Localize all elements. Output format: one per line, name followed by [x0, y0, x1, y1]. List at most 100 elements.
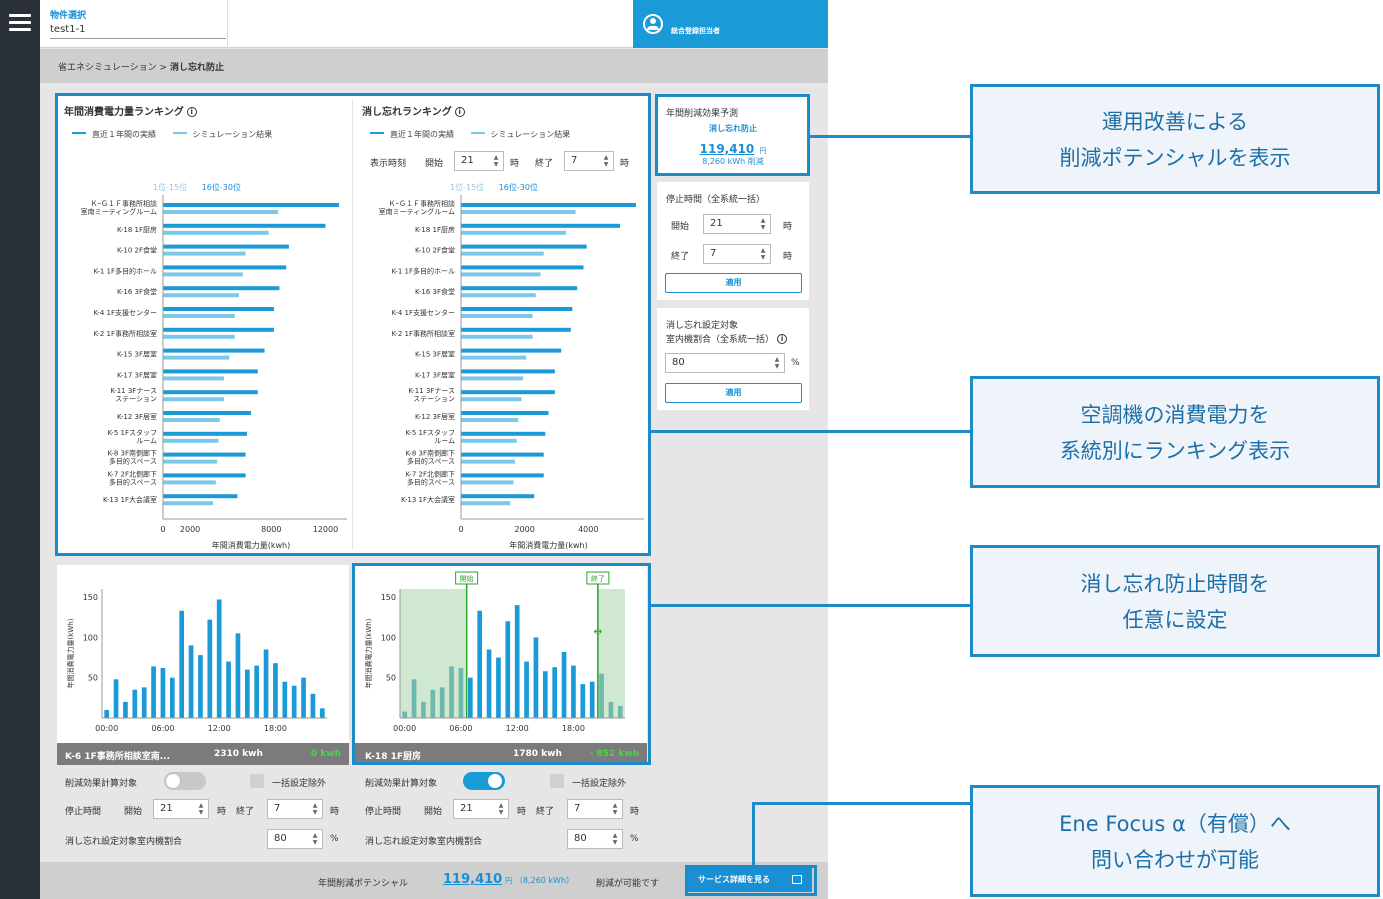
bar-actual — [461, 494, 535, 499]
forecast-kwh: 8,260 kWh 削減 — [702, 157, 764, 166]
hour-bar — [542, 671, 548, 718]
unit-name: K-18 1F厨房 — [365, 752, 421, 762]
bar-sim — [461, 272, 541, 277]
hour-unit: 時 — [330, 807, 340, 817]
potential-suffix: 削減が可能です — [596, 879, 660, 889]
ratio-apply-button[interactable]: 適用 — [665, 383, 802, 403]
hour-bar — [580, 684, 586, 718]
hour-bar — [188, 645, 194, 718]
legend-actual: 直近１年間の実績 — [390, 130, 454, 139]
bar-sim — [461, 293, 536, 298]
hour-bar — [608, 701, 614, 718]
stop-apply-button[interactable]: 適用 — [665, 273, 802, 293]
category-label: K-15 3F居室 — [415, 350, 455, 359]
page-tab-1-15[interactable]: 1位-15位 — [153, 183, 187, 192]
category-label: ＫｰＧ１Ｆ事務所相談室南ミーティングルーム — [81, 199, 157, 216]
callout-enefocus: Ene Focus α（有償）へ 問い合わせが可能 — [970, 785, 1380, 897]
unit-end-stepper-right[interactable]: 7 ▲ ▼ — [567, 799, 623, 819]
info-icon[interactable]: i — [454, 107, 465, 117]
user-menu[interactable]: 総合登録担当者 — [633, 0, 828, 48]
category-label: K-12 3F居室 — [117, 412, 157, 421]
hour-bar — [533, 637, 539, 718]
unit-end-stepper-left[interactable]: 7 ▲ ▼ — [267, 799, 323, 819]
unit-start-stepper-left[interactable]: 21 ▲ ▼ — [153, 799, 209, 819]
exclude-checkbox-right[interactable] — [550, 774, 564, 788]
hour-unit: 時 — [783, 222, 793, 232]
ratio-stepper[interactable]: 80 ▲ ▼ — [665, 353, 785, 373]
forecast-item: 消し忘れ防止 — [709, 124, 757, 133]
category-label: K-11 3Fナースステーション — [110, 387, 157, 403]
y-axis-label: 年間消費電力量(kWh) — [364, 618, 373, 688]
stop-end-stepper[interactable]: 7 ▲ ▼ — [703, 244, 771, 264]
exclude-checkbox-left[interactable] — [250, 774, 264, 788]
potential-amount: 119,410 円 （8,260 kWh） — [443, 872, 575, 887]
display-end-stepper[interactable]: 7 ▲ ▼ — [564, 151, 614, 171]
bar-sim — [163, 272, 243, 277]
ratio-label: 消し忘れ設定対象室内機割合 — [65, 837, 183, 847]
calc-target-toggle-right[interactable] — [463, 772, 505, 790]
y-tick-label: 150 — [83, 593, 98, 602]
info-icon[interactable]: i — [777, 334, 788, 344]
callout-ranking: 空調機の消費電力を 系統別にランキング表示 — [970, 376, 1380, 488]
calc-target-label: 削減効果計算対象 — [365, 779, 438, 789]
breadcrumb-parent[interactable]: 省エネシミュレーション — [58, 63, 157, 73]
annual-ranking-title: 年間消費電力量ランキング i — [64, 103, 197, 118]
page-tab-1-15[interactable]: 1位-15位 — [450, 183, 484, 192]
bar-sim — [461, 438, 517, 443]
hamburger-menu-icon[interactable] — [9, 14, 31, 32]
y-tick-label: 150 — [381, 593, 396, 602]
annual-ranking-chart: ＫｰＧ１Ｆ事務所相談室南ミーティングルーム K-18 1F厨房 K-10 2F食堂 K… — [81, 195, 347, 550]
unit-footer-left: K-6 1F事務所相談室南... 2310 kwh 0 kwh — [57, 743, 349, 765]
unit-start-stepper-right[interactable]: 21 ▲ ▼ — [453, 799, 509, 819]
bar-actual — [163, 369, 258, 374]
unit-hourly-chart-left: 50 100 150 00:00 06:00 12:00 18:00 年間消費電力量(kWh) — [66, 589, 327, 733]
unit-ratio-stepper-right[interactable]: 80 ▲ ▼ — [567, 829, 623, 849]
y-tick-label: 50 — [88, 674, 98, 683]
property-value[interactable]: test1-1 — [50, 24, 226, 39]
display-start-stepper[interactable]: 21 ▲ ▼ — [454, 151, 504, 171]
bar-sim — [163, 334, 235, 339]
start-label: 開始 — [124, 807, 143, 817]
category-label: K-10 2F食堂 — [415, 246, 455, 255]
page-tab-16-30[interactable]: 16位-30位 — [499, 183, 538, 192]
x-tick-label: 2000 — [514, 525, 534, 534]
drag-handle-icon[interactable]: ⇹ — [593, 625, 602, 638]
bar-sim — [461, 376, 524, 381]
bar-actual — [461, 265, 584, 270]
service-detail-button[interactable]: サービス詳細を見る — [688, 868, 812, 892]
property-selector[interactable]: 物件選択 test1-1 — [50, 8, 226, 39]
unit-ratio-stepper-left[interactable]: 80 ▲ ▼ — [267, 829, 323, 849]
hour-bar — [244, 669, 250, 718]
info-icon[interactable]: i — [186, 107, 197, 117]
unit-kwh: 1780 kwh — [513, 749, 562, 759]
category-label: ＫｰＧ１Ｆ事務所相談室南ミーティングルーム — [379, 199, 455, 216]
hour-bar — [160, 668, 166, 718]
hour-bar — [477, 610, 483, 718]
page-tab-16-30[interactable]: 16位-30位 — [202, 183, 241, 192]
x-tick-label: 0 — [160, 525, 165, 534]
forecast-panel: 年間削減効果予測 消し忘れ防止 119,410 円 8,260 kWh 削減 — [657, 96, 809, 174]
hour-unit: 時 — [517, 807, 527, 817]
breadcrumb-sep: > — [159, 63, 168, 73]
forget-legend: 直近１年間の実績 シミュレーション結果 — [370, 129, 584, 140]
hour-bar — [589, 681, 595, 718]
bar-actual — [461, 327, 571, 332]
hour-bar — [216, 599, 222, 718]
stop-start-stepper[interactable]: 21 ▲ ▼ — [703, 214, 771, 234]
hour-bar — [439, 687, 445, 718]
calc-target-toggle-left[interactable] — [164, 772, 206, 790]
category-label: K-2 1F事務所相談室 — [93, 329, 157, 338]
hour-bar — [141, 687, 147, 718]
bar-actual — [461, 431, 546, 436]
app-window: 物件選択 test1-1 総合登録担当者 省エネシミュレーション > 消し忘れ防… — [40, 0, 828, 899]
hour-bar — [467, 677, 473, 718]
hour-bar — [132, 689, 138, 718]
y-axis-label: 年間消費電力量(kWh) — [66, 618, 75, 688]
breadcrumb-current: 消し忘れ防止 — [169, 63, 224, 73]
unit-chart-panel-left: 50 100 150 00:00 06:00 12:00 18:00 年間消費電力量(kWh) — [57, 565, 349, 743]
x-tick-label: 8000 — [261, 525, 281, 534]
bar-actual — [461, 369, 555, 374]
unit-saving: 0 kwh — [310, 749, 341, 759]
bar-actual — [163, 327, 275, 332]
x-tick-label: 06:00 — [151, 724, 174, 733]
